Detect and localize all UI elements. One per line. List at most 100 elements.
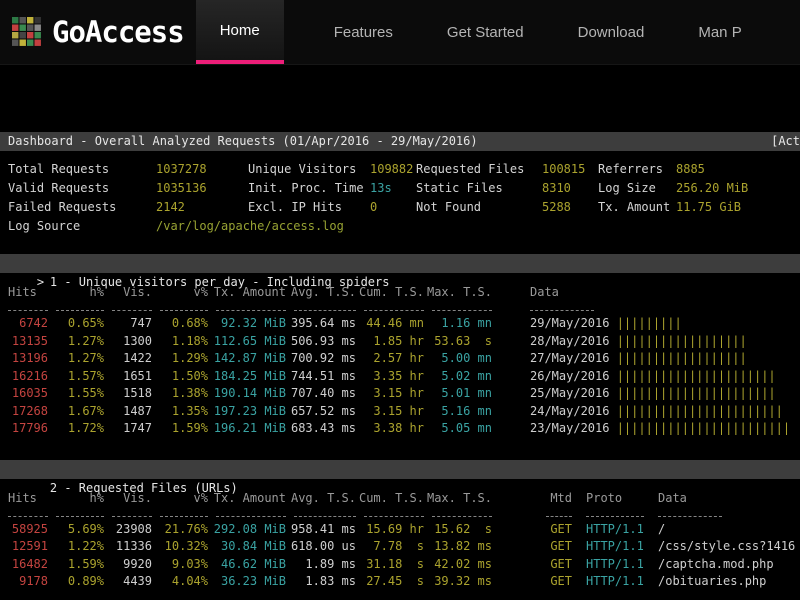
table-cell: 3.15 hr (356, 403, 424, 421)
cell-text: 53.63 s (434, 334, 492, 348)
nav-item-home[interactable]: Home (196, 0, 284, 64)
cell-text: Static Files (416, 181, 503, 195)
cell-text: 1.16 mn (441, 316, 492, 330)
cell-text: 7.78 s (373, 539, 424, 553)
cell-text: 23908 (116, 522, 152, 536)
table-cell: Referrers (598, 160, 676, 179)
cell-text: /captcha.mod.php (658, 557, 774, 571)
brand-name[interactable]: GoAccess (52, 15, 184, 49)
table-cell: 3.15 hr (356, 385, 424, 403)
table-cell: Init. Proc. Time (248, 179, 370, 198)
table-cell: GET (492, 556, 572, 574)
divider-cell (48, 302, 104, 312)
cell-text: 9178 (19, 574, 48, 588)
table-row: 131351.27%13001.18%112.65 MiB506.93 ms1.… (0, 333, 800, 351)
cell-text: 17268 (12, 404, 48, 418)
table-cell: 196.21 MiB (208, 420, 286, 438)
table-cell: 618.00 us (286, 538, 356, 556)
cell-text: HTTP/1.1 (586, 522, 644, 536)
cell-text: 10.32% (165, 539, 208, 553)
table-cell: 1.59% (48, 556, 104, 574)
cell-text: GET (550, 522, 572, 536)
table-cell: 5.16 mn (424, 403, 492, 421)
table-cell: 190.14 MiB (208, 385, 286, 403)
cell-text: Tx. Amount (598, 200, 670, 214)
table-cell: 26/May/2016 |||||||||||||||||||||| (492, 368, 776, 386)
panel-header-unique-visitors[interactable]: >1 - Unique visitors per day - Including… (0, 254, 800, 273)
table-cell: 13s (370, 179, 416, 198)
divider-cell (424, 508, 492, 518)
cell-text: 683.43 ms (291, 421, 356, 435)
divider-dashes (364, 304, 424, 311)
table-cell: Excl. IP Hits (248, 198, 370, 217)
cell-text: 3.38 hr (373, 421, 424, 435)
cell-text: 1.83 ms (305, 574, 356, 588)
table-row: Failed Requests2142Excl. IP Hits0Not Fou… (8, 198, 800, 217)
nav-item-get-started[interactable]: Get Started (443, 0, 528, 64)
table-cell: 11.75 GiB (676, 198, 744, 217)
table-row: Log Source/var/log/apache/access.log (8, 217, 800, 236)
divider-cell (286, 302, 356, 312)
table-cell: 700.92 ms (286, 350, 356, 368)
cell-text: 13s (370, 181, 392, 195)
table-cell: 9.03% (152, 556, 208, 574)
divider-dashes (294, 510, 356, 517)
header-divider-row (0, 302, 800, 315)
divider-cell (152, 302, 208, 312)
table-cell: 1747 (104, 420, 152, 438)
cell-text: 17796 (12, 421, 48, 435)
table-cell: 1.29% (152, 350, 208, 368)
cell-text: 292.08 MiB (214, 522, 286, 536)
table-cell: 395.64 ms (286, 315, 356, 333)
cell-text: 8310 (542, 181, 571, 195)
cell-text: 31.18 s (366, 557, 424, 571)
table-cell: 3.38 hr (356, 420, 424, 438)
table-cell: 657.52 ms (286, 403, 356, 421)
nav-item-man-page[interactable]: Man P (694, 0, 745, 64)
cell-text: 30.84 MiB (221, 539, 286, 553)
cell-text: HTTP/1.1 (586, 539, 644, 553)
panel-header-requested-files[interactable]: 2 - Requested Files (URLs) (0, 460, 800, 479)
cell-text: 36.23 MiB (221, 574, 286, 588)
cell-text: 744.51 ms (291, 369, 356, 383)
cell-text: |||||||||||||||||||||||| (617, 421, 790, 435)
column-header: Max. T.S. (424, 490, 492, 506)
cell-text: |||||||||||||||||| (617, 351, 747, 365)
table-cell: Static Files (416, 179, 542, 198)
cell-text: Failed Requests (8, 200, 116, 214)
cell-text: |||||||||||||||||||||| (617, 369, 776, 383)
table-cell: 17268 (0, 403, 48, 421)
table-cell: 506.93 ms (286, 333, 356, 351)
table-cell: 1.83 ms (286, 573, 356, 591)
table-cell: Failed Requests (8, 198, 156, 217)
table-header-row: Hitsh%Vis.v%Tx. AmountAvg. T.S.Cum. T.S.… (0, 490, 800, 508)
table-cell: 53.63 s (424, 333, 492, 351)
cell-text: 25/May/2016 (530, 386, 617, 400)
table-cell: 112.65 MiB (208, 333, 286, 351)
cell-text: 657.52 ms (291, 404, 356, 418)
table-cell: 5.00 mn (424, 350, 492, 368)
cell-text: 1.85 hr (373, 334, 424, 348)
divider-cell (104, 508, 152, 518)
nav-item-features[interactable]: Features (330, 0, 397, 64)
column-header: Mtd (492, 490, 572, 506)
cell-text: 92.32 MiB (221, 316, 286, 330)
cell-text: 707.40 ms (291, 386, 356, 400)
column-header: Hits (0, 490, 48, 506)
table-cell: 5.05 mn (424, 420, 492, 438)
cell-text: 12591 (12, 539, 48, 553)
divider-cell (286, 508, 356, 518)
goaccess-logo-icon (12, 17, 42, 47)
nav-item-download[interactable]: Download (574, 0, 649, 64)
cell-text: /var/log/apache/access.log (156, 219, 344, 233)
divider-dashes (216, 510, 286, 517)
divider-dashes (364, 510, 424, 517)
cell-text: |||||||||||||||||| (617, 334, 747, 348)
cell-text: /obituaries.php (658, 574, 766, 588)
brand[interactable]: GoAccess (0, 0, 194, 64)
table-cell: GET (492, 538, 572, 556)
cell-text: 4439 (123, 574, 152, 588)
table-cell: 1.16 mn (424, 315, 492, 333)
table-cell: 0.68% (152, 315, 208, 333)
table-cell: 16216 (0, 368, 48, 386)
